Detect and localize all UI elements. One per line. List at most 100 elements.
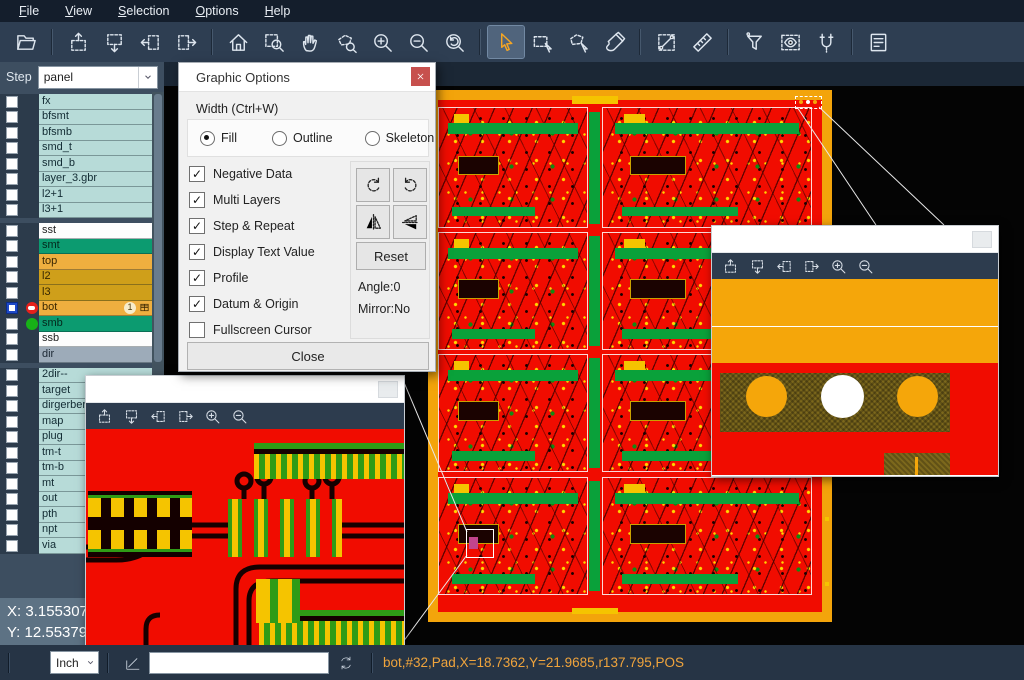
pan-up-button[interactable] xyxy=(60,26,96,58)
layer-checkbox[interactable] xyxy=(6,333,18,345)
pan-right-button[interactable] xyxy=(177,408,194,425)
checkbox-box[interactable]: ✓ xyxy=(189,270,205,286)
layer-row-smd_t[interactable]: smd_t xyxy=(0,141,152,157)
measure-distance-button[interactable] xyxy=(648,26,684,58)
layer-checkbox[interactable] xyxy=(6,240,18,252)
menu-item-view[interactable]: View xyxy=(54,2,103,20)
radio-outline[interactable]: Outline xyxy=(272,131,333,146)
layer-checkbox[interactable] xyxy=(6,447,18,459)
mirror-vertical-button[interactable] xyxy=(393,205,427,239)
zoom-polygon-button[interactable] xyxy=(328,26,364,58)
checkbox-profile[interactable]: ✓Profile xyxy=(189,265,349,291)
checkbox-box[interactable]: ✓ xyxy=(189,218,205,234)
command-input[interactable] xyxy=(149,652,329,674)
magnifier-window-bottom-left[interactable] xyxy=(85,375,405,648)
checkbox-datum-origin[interactable]: ✓Datum & Origin xyxy=(189,291,349,317)
layer-row-l3[interactable]: l3 xyxy=(0,285,152,301)
checkbox-negative-data[interactable]: ✓Negative Data xyxy=(189,161,349,187)
zoom-out-button[interactable] xyxy=(857,258,874,275)
close-button[interactable]: Close xyxy=(187,342,429,370)
unit-dropdown[interactable]: Inch xyxy=(50,651,99,674)
layer-row-smd_b[interactable]: smd_b xyxy=(0,156,152,172)
radio-skeleton[interactable]: Skeleton xyxy=(365,131,435,146)
layer-checkbox[interactable] xyxy=(6,349,18,361)
layer-checkbox[interactable] xyxy=(6,225,18,237)
checkbox-box[interactable]: ✓ xyxy=(189,192,205,208)
layer-checkbox[interactable] xyxy=(6,400,18,412)
select-arrow-button[interactable] xyxy=(488,26,524,58)
menu-item-options[interactable]: Options xyxy=(184,2,249,20)
layer-checkbox[interactable] xyxy=(6,462,18,474)
checkbox-display-text-value[interactable]: ✓Display Text Value xyxy=(189,239,349,265)
layer-checkbox[interactable] xyxy=(6,158,18,170)
layer-checkbox[interactable] xyxy=(6,524,18,536)
refresh-icon[interactable] xyxy=(337,654,355,672)
checkbox-box[interactable]: ✓ xyxy=(189,296,205,312)
grid-icon[interactable] xyxy=(139,302,150,313)
layer-checkbox[interactable] xyxy=(6,96,18,108)
report-form-button[interactable] xyxy=(860,26,896,58)
layer-row-bfsmb[interactable]: bfsmb xyxy=(0,125,152,141)
checkbox-step-repeat[interactable]: ✓Step & Repeat xyxy=(189,213,349,239)
layer-checkbox[interactable] xyxy=(6,431,18,443)
layer-row-l3+1[interactable]: l3+1 xyxy=(0,203,152,219)
layer-row-smb[interactable]: smb xyxy=(0,316,152,332)
layer-checkbox[interactable] xyxy=(6,302,18,314)
layer-row-fx[interactable]: fx xyxy=(0,94,152,110)
open-file-button[interactable] xyxy=(8,26,44,58)
zoom-previous-button[interactable] xyxy=(436,26,472,58)
layer-checkbox[interactable] xyxy=(6,369,18,381)
layer-row-dir[interactable]: dir xyxy=(0,347,152,363)
view-options-button[interactable] xyxy=(772,26,808,58)
zoom-out-button[interactable] xyxy=(400,26,436,58)
layer-row-l2[interactable]: l2 xyxy=(0,270,152,286)
zoom-source-selection-top-right[interactable] xyxy=(795,96,822,109)
layer-checkbox[interactable] xyxy=(6,189,18,201)
checkbox-box[interactable]: ✓ xyxy=(189,244,205,260)
pan-left-button[interactable] xyxy=(132,26,168,58)
pan-up-button[interactable] xyxy=(722,258,739,275)
layer-checkbox[interactable] xyxy=(6,204,18,216)
checkbox-fullscreen-cursor[interactable]: Fullscreen Cursor xyxy=(189,317,349,343)
checkbox-multi-layers[interactable]: ✓Multi Layers xyxy=(189,187,349,213)
magnifier-window-button[interactable] xyxy=(972,231,992,248)
layer-row-l2+1[interactable]: l2+1 xyxy=(0,187,152,203)
snap-angle-icon[interactable] xyxy=(123,653,143,673)
magnifier-view-pcb-detail[interactable] xyxy=(86,429,404,646)
layer-checkbox[interactable] xyxy=(6,287,18,299)
menu-item-file[interactable]: File xyxy=(8,2,50,20)
layer-checkbox[interactable] xyxy=(6,256,18,268)
layer-checkbox[interactable] xyxy=(6,478,18,490)
snap-jump-button[interactable] xyxy=(808,26,844,58)
layer-checkbox[interactable] xyxy=(6,271,18,283)
layer-checkbox[interactable] xyxy=(6,385,18,397)
layer-row-bfsmt[interactable]: bfsmt xyxy=(0,110,152,126)
zoom-in-button[interactable] xyxy=(364,26,400,58)
filter-button[interactable] xyxy=(736,26,772,58)
layer-row-smt[interactable]: smt xyxy=(0,239,152,255)
layer-row-ssb[interactable]: ssb xyxy=(0,332,152,348)
dialog-title-bar[interactable]: Graphic Options xyxy=(179,63,435,92)
rotate-cw-button[interactable] xyxy=(356,168,390,202)
magnifier-window-button[interactable] xyxy=(378,381,398,398)
zoom-source-selection-bottom-left[interactable] xyxy=(466,529,494,558)
layer-checkbox[interactable] xyxy=(6,127,18,139)
select-polygon-button[interactable] xyxy=(560,26,596,58)
layer-checkbox[interactable] xyxy=(6,318,18,330)
checkbox-box[interactable]: ✓ xyxy=(189,166,205,182)
step-dropdown[interactable]: panel xyxy=(38,66,158,89)
menu-item-help[interactable]: Help xyxy=(254,2,302,20)
pan-up-button[interactable] xyxy=(96,408,113,425)
select-rect-button[interactable] xyxy=(524,26,560,58)
layer-checkbox[interactable] xyxy=(6,540,18,552)
layer-row-bot[interactable]: bot1 xyxy=(0,301,152,317)
rotate-ccw-button[interactable] xyxy=(393,168,427,202)
pan-left-button[interactable] xyxy=(150,408,167,425)
scrollbar-thumb[interactable] xyxy=(154,94,162,362)
pan-down-button[interactable] xyxy=(749,258,766,275)
zoom-home-button[interactable] xyxy=(220,26,256,58)
layer-checkbox[interactable] xyxy=(6,416,18,428)
ruler-button[interactable] xyxy=(684,26,720,58)
layer-checkbox[interactable] xyxy=(6,111,18,123)
magnifier-title-bar[interactable] xyxy=(712,226,998,253)
